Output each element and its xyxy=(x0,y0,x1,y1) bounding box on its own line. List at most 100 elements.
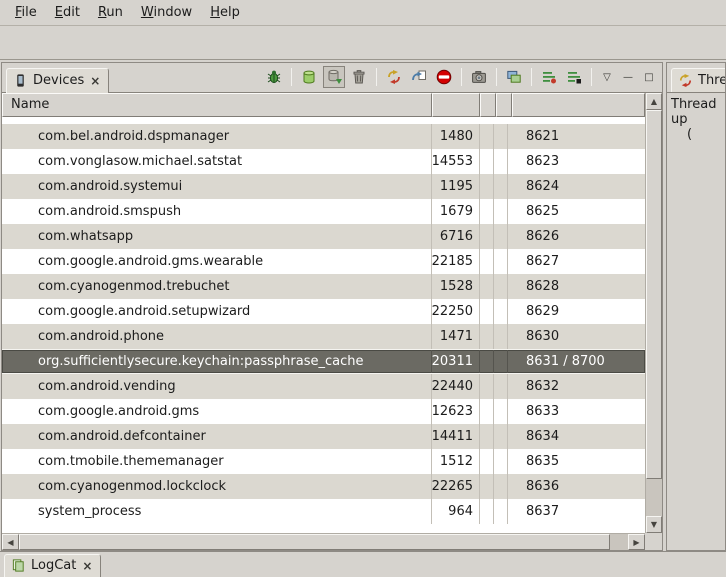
menu-help[interactable]: Help xyxy=(201,2,249,23)
screen-record-icon[interactable] xyxy=(503,66,525,88)
status-col xyxy=(494,324,508,349)
process-port: 8633 xyxy=(508,399,645,424)
vertical-scrollbar[interactable]: ▲ ▼ xyxy=(645,93,662,533)
scroll-right-icon[interactable]: ▶ xyxy=(628,534,645,550)
content-area: Devices × xyxy=(0,60,726,551)
status-col xyxy=(480,274,494,299)
process-pid: 1195 xyxy=(432,174,480,199)
status-col xyxy=(494,449,508,474)
process-table: Name com.bel.android.dspmanager14808621c… xyxy=(2,93,662,550)
status-col xyxy=(480,499,494,524)
scrollbar-corner xyxy=(645,533,662,550)
process-port: 8623 xyxy=(508,149,645,174)
process-port: 8630 xyxy=(508,324,645,349)
process-name: com.bel.android.dspmanager xyxy=(2,124,432,149)
process-row[interactable]: com.android.systemui11958624 xyxy=(2,174,645,199)
process-port: 8625 xyxy=(508,199,645,224)
cause-gc-icon[interactable] xyxy=(348,66,370,88)
process-name: com.cyanogenmod.trebuchet xyxy=(2,274,432,299)
close-icon[interactable]: × xyxy=(81,559,93,573)
process-port: 8636 xyxy=(508,474,645,499)
process-row[interactable]: com.android.defcontainer144118634 xyxy=(2,424,645,449)
menu-window[interactable]: Window xyxy=(132,2,201,23)
column-header-port[interactable] xyxy=(512,93,645,117)
menu-file[interactable]: File xyxy=(6,2,46,23)
update-heap-icon[interactable] xyxy=(298,66,320,88)
minimize-icon[interactable]: — xyxy=(619,68,637,86)
vertical-scroll-thumb[interactable] xyxy=(646,110,662,479)
devices-toolbar: ▽ — □ xyxy=(263,66,658,88)
status-col xyxy=(480,124,494,149)
vertical-scroll-track[interactable] xyxy=(646,110,662,516)
column-header-name[interactable]: Name xyxy=(2,93,432,117)
status-col xyxy=(480,449,494,474)
tab-threads[interactable]: Threa xyxy=(671,68,725,93)
process-row[interactable]: com.android.phone14718630 xyxy=(2,324,645,349)
toolbar-separator xyxy=(376,68,377,86)
process-row[interactable]: com.google.android.setupwizard222508629 xyxy=(2,299,645,324)
column-header-pid[interactable] xyxy=(432,93,480,117)
start-method-profiling-icon[interactable] xyxy=(538,66,560,88)
process-pid: 1528 xyxy=(432,274,480,299)
process-pid: 22440 xyxy=(432,374,480,399)
tab-devices[interactable]: Devices × xyxy=(6,68,109,93)
column-header-status1[interactable] xyxy=(480,93,496,117)
process-name: com.android.smspush xyxy=(2,199,432,224)
status-col xyxy=(480,424,494,449)
column-header-status2[interactable] xyxy=(496,93,512,117)
process-row[interactable]: com.tmobile.thememanager15128635 xyxy=(2,449,645,474)
process-row[interactable]: com.android.vending224408632 xyxy=(2,374,645,399)
process-port: 8627 xyxy=(508,249,645,274)
horizontal-scroll-thumb[interactable] xyxy=(19,534,610,550)
close-icon[interactable]: × xyxy=(89,74,101,88)
process-row[interactable]: com.whatsapp67168626 xyxy=(2,224,645,249)
process-pid: 1512 xyxy=(432,449,480,474)
stop-process-icon[interactable] xyxy=(433,66,455,88)
process-row[interactable]: com.google.android.gms.wearable22185 8627 xyxy=(2,249,645,274)
process-port: 8626 xyxy=(508,224,645,249)
process-row[interactable]: system_process9648637 xyxy=(2,499,645,524)
process-name: com.google.android.gms.wearable xyxy=(2,249,432,274)
update-threads-icon[interactable] xyxy=(383,66,405,88)
screen-capture-icon[interactable] xyxy=(468,66,490,88)
tab-logcat[interactable]: LogCat × xyxy=(4,554,101,577)
status-col xyxy=(480,324,494,349)
process-row[interactable]: com.android.smspush16798625 xyxy=(2,199,645,224)
scroll-left-icon[interactable]: ◀ xyxy=(2,534,19,550)
maximize-icon[interactable]: □ xyxy=(640,68,658,86)
process-name: com.google.android.gms xyxy=(2,399,432,424)
dump-hprof-icon[interactable] xyxy=(323,66,345,88)
process-pid: 14411 xyxy=(432,424,480,449)
process-row[interactable]: com.google.android.gms126238633 xyxy=(2,399,645,424)
process-row[interactable]: org.sufficientlysecure.keychain:passphra… xyxy=(2,349,645,374)
process-pid: 14553 xyxy=(432,149,480,174)
tab-logcat-label: LogCat xyxy=(31,558,76,573)
status-col xyxy=(494,174,508,199)
status-col xyxy=(480,399,494,424)
scroll-up-icon[interactable]: ▲ xyxy=(646,93,662,110)
process-pid: 22185 xyxy=(432,249,480,274)
status-col xyxy=(480,224,494,249)
status-col xyxy=(494,274,508,299)
process-row[interactable]: com.cyanogenmod.trebuchet15288628 xyxy=(2,274,645,299)
menu-run[interactable]: Run xyxy=(89,2,132,23)
stop-method-profiling-icon[interactable] xyxy=(563,66,585,88)
status-col xyxy=(494,350,508,373)
process-row[interactable]: com.vonglasow.michael.satstat145538623 xyxy=(2,149,645,174)
horizontal-scrollbar[interactable]: ◀ ▶ xyxy=(2,533,645,550)
horizontal-scroll-track[interactable] xyxy=(19,534,628,550)
process-name: com.whatsapp xyxy=(2,224,432,249)
process-name: com.tmobile.thememanager xyxy=(2,449,432,474)
scroll-down-icon[interactable]: ▼ xyxy=(646,516,662,533)
debug-icon[interactable] xyxy=(263,66,285,88)
process-pid: 22250 xyxy=(432,299,480,324)
dump-threads-icon[interactable] xyxy=(408,66,430,88)
process-row[interactable]: com.bel.android.dspmanager14808621 xyxy=(2,124,645,149)
threads-view: Threa Thread up ( xyxy=(666,62,726,551)
toolbar-separator xyxy=(591,68,592,86)
status-col xyxy=(494,499,508,524)
process-row[interactable]: com.cyanogenmod.lockclock222658636 xyxy=(2,474,645,499)
view-menu-icon[interactable]: ▽ xyxy=(598,68,616,86)
menu-edit[interactable]: Edit xyxy=(46,2,89,23)
process-name: com.android.systemui xyxy=(2,174,432,199)
